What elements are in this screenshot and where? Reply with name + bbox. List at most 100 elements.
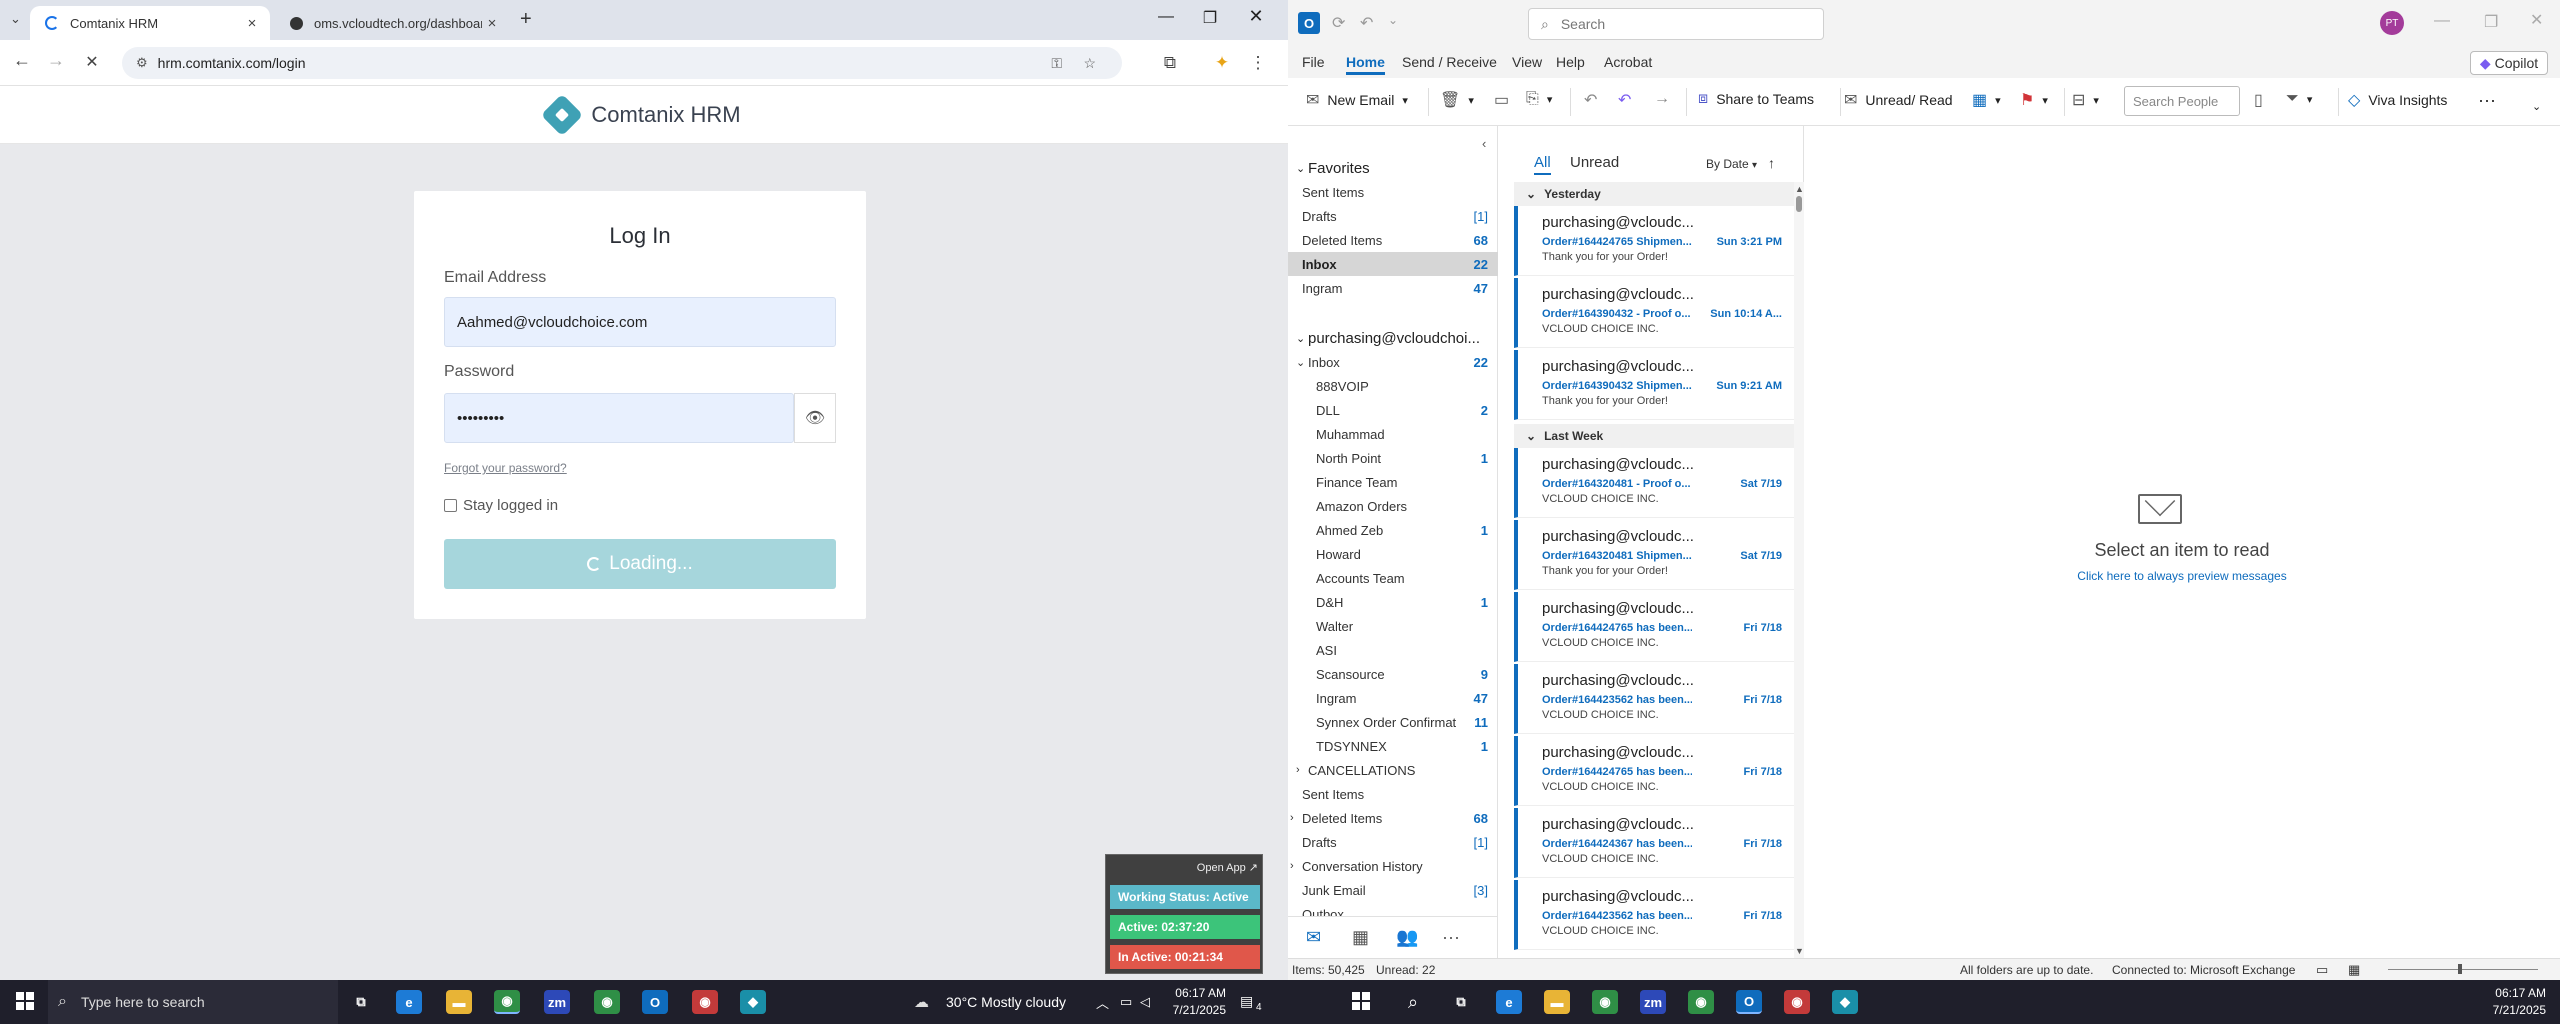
- close-tab-icon[interactable]: ×: [482, 15, 502, 32]
- subfolder-d-h[interactable]: D&H 1: [1288, 590, 1498, 614]
- collapse-pane-icon[interactable]: ‹: [1482, 136, 1486, 151]
- clock[interactable]: 06:17 AM 7/21/2025: [1166, 985, 1226, 1019]
- date-group-header[interactable]: ⌄ Yesterday: [1514, 182, 1794, 206]
- search-icon[interactable]: ⌕: [1400, 990, 1426, 1014]
- task-view-icon[interactable]: ⧉: [348, 990, 374, 1014]
- time-tracker-app-icon[interactable]: ◆: [1832, 990, 1858, 1014]
- subfolder-ahmed-zeb[interactable]: Ahmed Zeb 1: [1288, 518, 1498, 542]
- subfolder-amazon-orders[interactable]: Amazon Orders: [1288, 494, 1498, 518]
- scroll-thumb[interactable]: [1796, 196, 1802, 212]
- file-explorer-icon[interactable]: ▬: [1544, 990, 1570, 1014]
- edge-icon[interactable]: e: [1496, 990, 1522, 1014]
- tab-home[interactable]: Home: [1346, 54, 1385, 75]
- chrome-profile-icon[interactable]: ◉: [1688, 990, 1714, 1014]
- message-item[interactable]: purchasing@vcloudc... Order#164320481 Shi…: [1514, 520, 1794, 590]
- unread-read-button[interactable]: ✉ Unread/ Read: [1844, 90, 1953, 110]
- weather-text[interactable]: 30°C Mostly cloudy: [946, 994, 1066, 1010]
- tray-chevron-icon[interactable]: ︿: [1096, 993, 1109, 1012]
- subfolder-asi[interactable]: ASI: [1288, 638, 1498, 662]
- chrome-profile-2-icon[interactable]: ◉: [1784, 990, 1810, 1014]
- subfolder-scansource[interactable]: Scansource 9: [1288, 662, 1498, 686]
- collapse-ribbon-icon[interactable]: ⌄: [2532, 100, 2541, 113]
- sort-direction-arrow-icon[interactable]: ↑: [1768, 155, 1775, 171]
- quick-access-chevron-icon[interactable]: ⌄: [1388, 13, 1398, 27]
- scroll-down-arrow-icon[interactable]: ▼: [1795, 946, 1804, 956]
- forward-button[interactable]: →: [1654, 90, 1678, 108]
- zoom-slider-thumb[interactable]: [2458, 964, 2462, 974]
- message-item[interactable]: purchasing@vcloudc... Order#164423562 has…: [1514, 880, 1794, 950]
- tab-send-receive[interactable]: Send / Receive: [1402, 54, 1497, 70]
- chevron-right-icon[interactable]: ›: [1296, 764, 1300, 776]
- reply-button[interactable]: ↶: [1584, 90, 1605, 110]
- filter-unread-tab[interactable]: Unread: [1570, 154, 1619, 171]
- chrome-profile-icon[interactable]: ◉: [594, 990, 620, 1014]
- chrome-icon[interactable]: ◉: [494, 990, 520, 1014]
- login-button[interactable]: Loading...: [444, 539, 836, 589]
- task-view-icon[interactable]: ⧉: [1448, 990, 1474, 1014]
- archive-button[interactable]: ▭: [1494, 90, 1517, 110]
- clock[interactable]: 06:17 AM 7/21/2025: [2486, 985, 2546, 1019]
- subfolder-walter[interactable]: Walter: [1288, 614, 1498, 638]
- more-options-icon[interactable]: ···: [2478, 90, 2496, 111]
- site-info-icon[interactable]: ⚙: [136, 55, 148, 71]
- message-item[interactable]: purchasing@vcloudc... Order#164423562 has…: [1514, 664, 1794, 734]
- subfolder-synnex-order-confirmati-[interactable]: Synnex Order Confirmati... 11: [1288, 710, 1498, 734]
- subfolder-howard[interactable]: Howard: [1288, 542, 1498, 566]
- folder-deleted-items[interactable]: › Deleted Items 68: [1288, 806, 1498, 830]
- show-password-eye-icon[interactable]: 👁: [794, 393, 836, 443]
- message-item[interactable]: purchasing@vcloudc... Order#164390432 Shi…: [1514, 350, 1794, 420]
- folder-drafts[interactable]: Drafts [1]: [1288, 830, 1498, 854]
- password-field[interactable]: •••••••••: [444, 393, 794, 443]
- favorite-inbox[interactable]: Inbox 22: [1288, 252, 1498, 276]
- always-preview-link[interactable]: Click here to always preview messages: [1804, 569, 2560, 583]
- menu-dots-icon[interactable]: ⋮: [1246, 53, 1270, 73]
- back-arrow-icon[interactable]: ←: [10, 50, 34, 71]
- taskbar-search-box[interactable]: ⌕ Type here to search: [48, 980, 338, 1024]
- viva-insights-button[interactable]: ◇ Viva Insights: [2348, 90, 2447, 110]
- forward-arrow-icon[interactable]: →: [44, 50, 68, 71]
- tab-file[interactable]: File: [1302, 54, 1325, 70]
- flag-button[interactable]: ⚑ ▾: [2020, 90, 2048, 110]
- restore-icon[interactable]: ❐: [1190, 8, 1230, 28]
- tab-help[interactable]: Help: [1556, 54, 1585, 70]
- subfolder-tdsynnex[interactable]: TDSYNNEX 1: [1288, 734, 1498, 758]
- sync-icon[interactable]: ⟳: [1332, 13, 1345, 33]
- tab-view[interactable]: View: [1512, 54, 1542, 70]
- stay-logged-in-checkbox[interactable]: Stay logged in: [444, 497, 558, 514]
- message-item[interactable]: purchasing@vcloudc... Order#164424765 has…: [1514, 736, 1794, 806]
- checkbox-box[interactable]: [444, 499, 457, 512]
- outlook-taskbar-icon[interactable]: O: [642, 990, 668, 1014]
- chrome-icon[interactable]: ◉: [1592, 990, 1618, 1014]
- minimize-icon[interactable]: —: [1146, 8, 1186, 26]
- file-explorer-icon[interactable]: ▬: [446, 990, 472, 1014]
- windows-start-icon[interactable]: [16, 992, 34, 1010]
- edge-icon[interactable]: e: [396, 990, 422, 1014]
- minimize-icon[interactable]: —: [2434, 12, 2450, 30]
- profile-extension-icon[interactable]: ✦: [1210, 53, 1234, 73]
- folder-conversation-history[interactable]: › Conversation History: [1288, 854, 1498, 878]
- scroll-up-arrow-icon[interactable]: ▲: [1795, 184, 1804, 194]
- subfolder-north-point[interactable]: North Point 1: [1288, 446, 1498, 470]
- reply-all-button[interactable]: ↶: [1618, 90, 1639, 110]
- favorite-sent-items[interactable]: Sent Items: [1288, 180, 1498, 204]
- new-email-button[interactable]: ✉ New Email ▾: [1306, 90, 1408, 110]
- chevron-right-icon[interactable]: ›: [1290, 860, 1294, 872]
- zoom-app-icon[interactable]: zm: [544, 990, 570, 1014]
- address-book-button[interactable]: ▯: [2254, 90, 2271, 110]
- restore-icon[interactable]: ❐: [2484, 12, 2498, 32]
- mail-icon[interactable]: ✉: [1306, 927, 1321, 948]
- email-field[interactable]: Aahmed@vcloudchoice.com: [444, 297, 836, 347]
- extensions-icon[interactable]: ⧉: [1158, 53, 1182, 73]
- categorize-button[interactable]: ▦ ▾: [1972, 90, 2001, 110]
- address-bar[interactable]: ⚙ hrm.comtanix.com/login ⚿ ☆: [122, 47, 1122, 79]
- folder-junk-email[interactable]: Junk Email [3]: [1288, 878, 1498, 902]
- close-tab-icon[interactable]: ×: [242, 15, 262, 32]
- windows-start-icon[interactable]: [1352, 992, 1370, 1010]
- close-window-icon[interactable]: ✕: [1236, 6, 1276, 27]
- move-button[interactable]: ⎘ ▾: [1526, 90, 1552, 108]
- subfolder-finance-team[interactable]: Finance Team: [1288, 470, 1498, 494]
- message-item[interactable]: purchasing@vcloudc... Order#164390432 - P…: [1514, 278, 1794, 348]
- undo-icon[interactable]: ↶: [1360, 13, 1373, 33]
- tab-oms-dashboard[interactable]: oms.vcloudtech.org/dashboard ×: [274, 6, 510, 40]
- folder-sent-items[interactable]: Sent Items: [1288, 782, 1498, 806]
